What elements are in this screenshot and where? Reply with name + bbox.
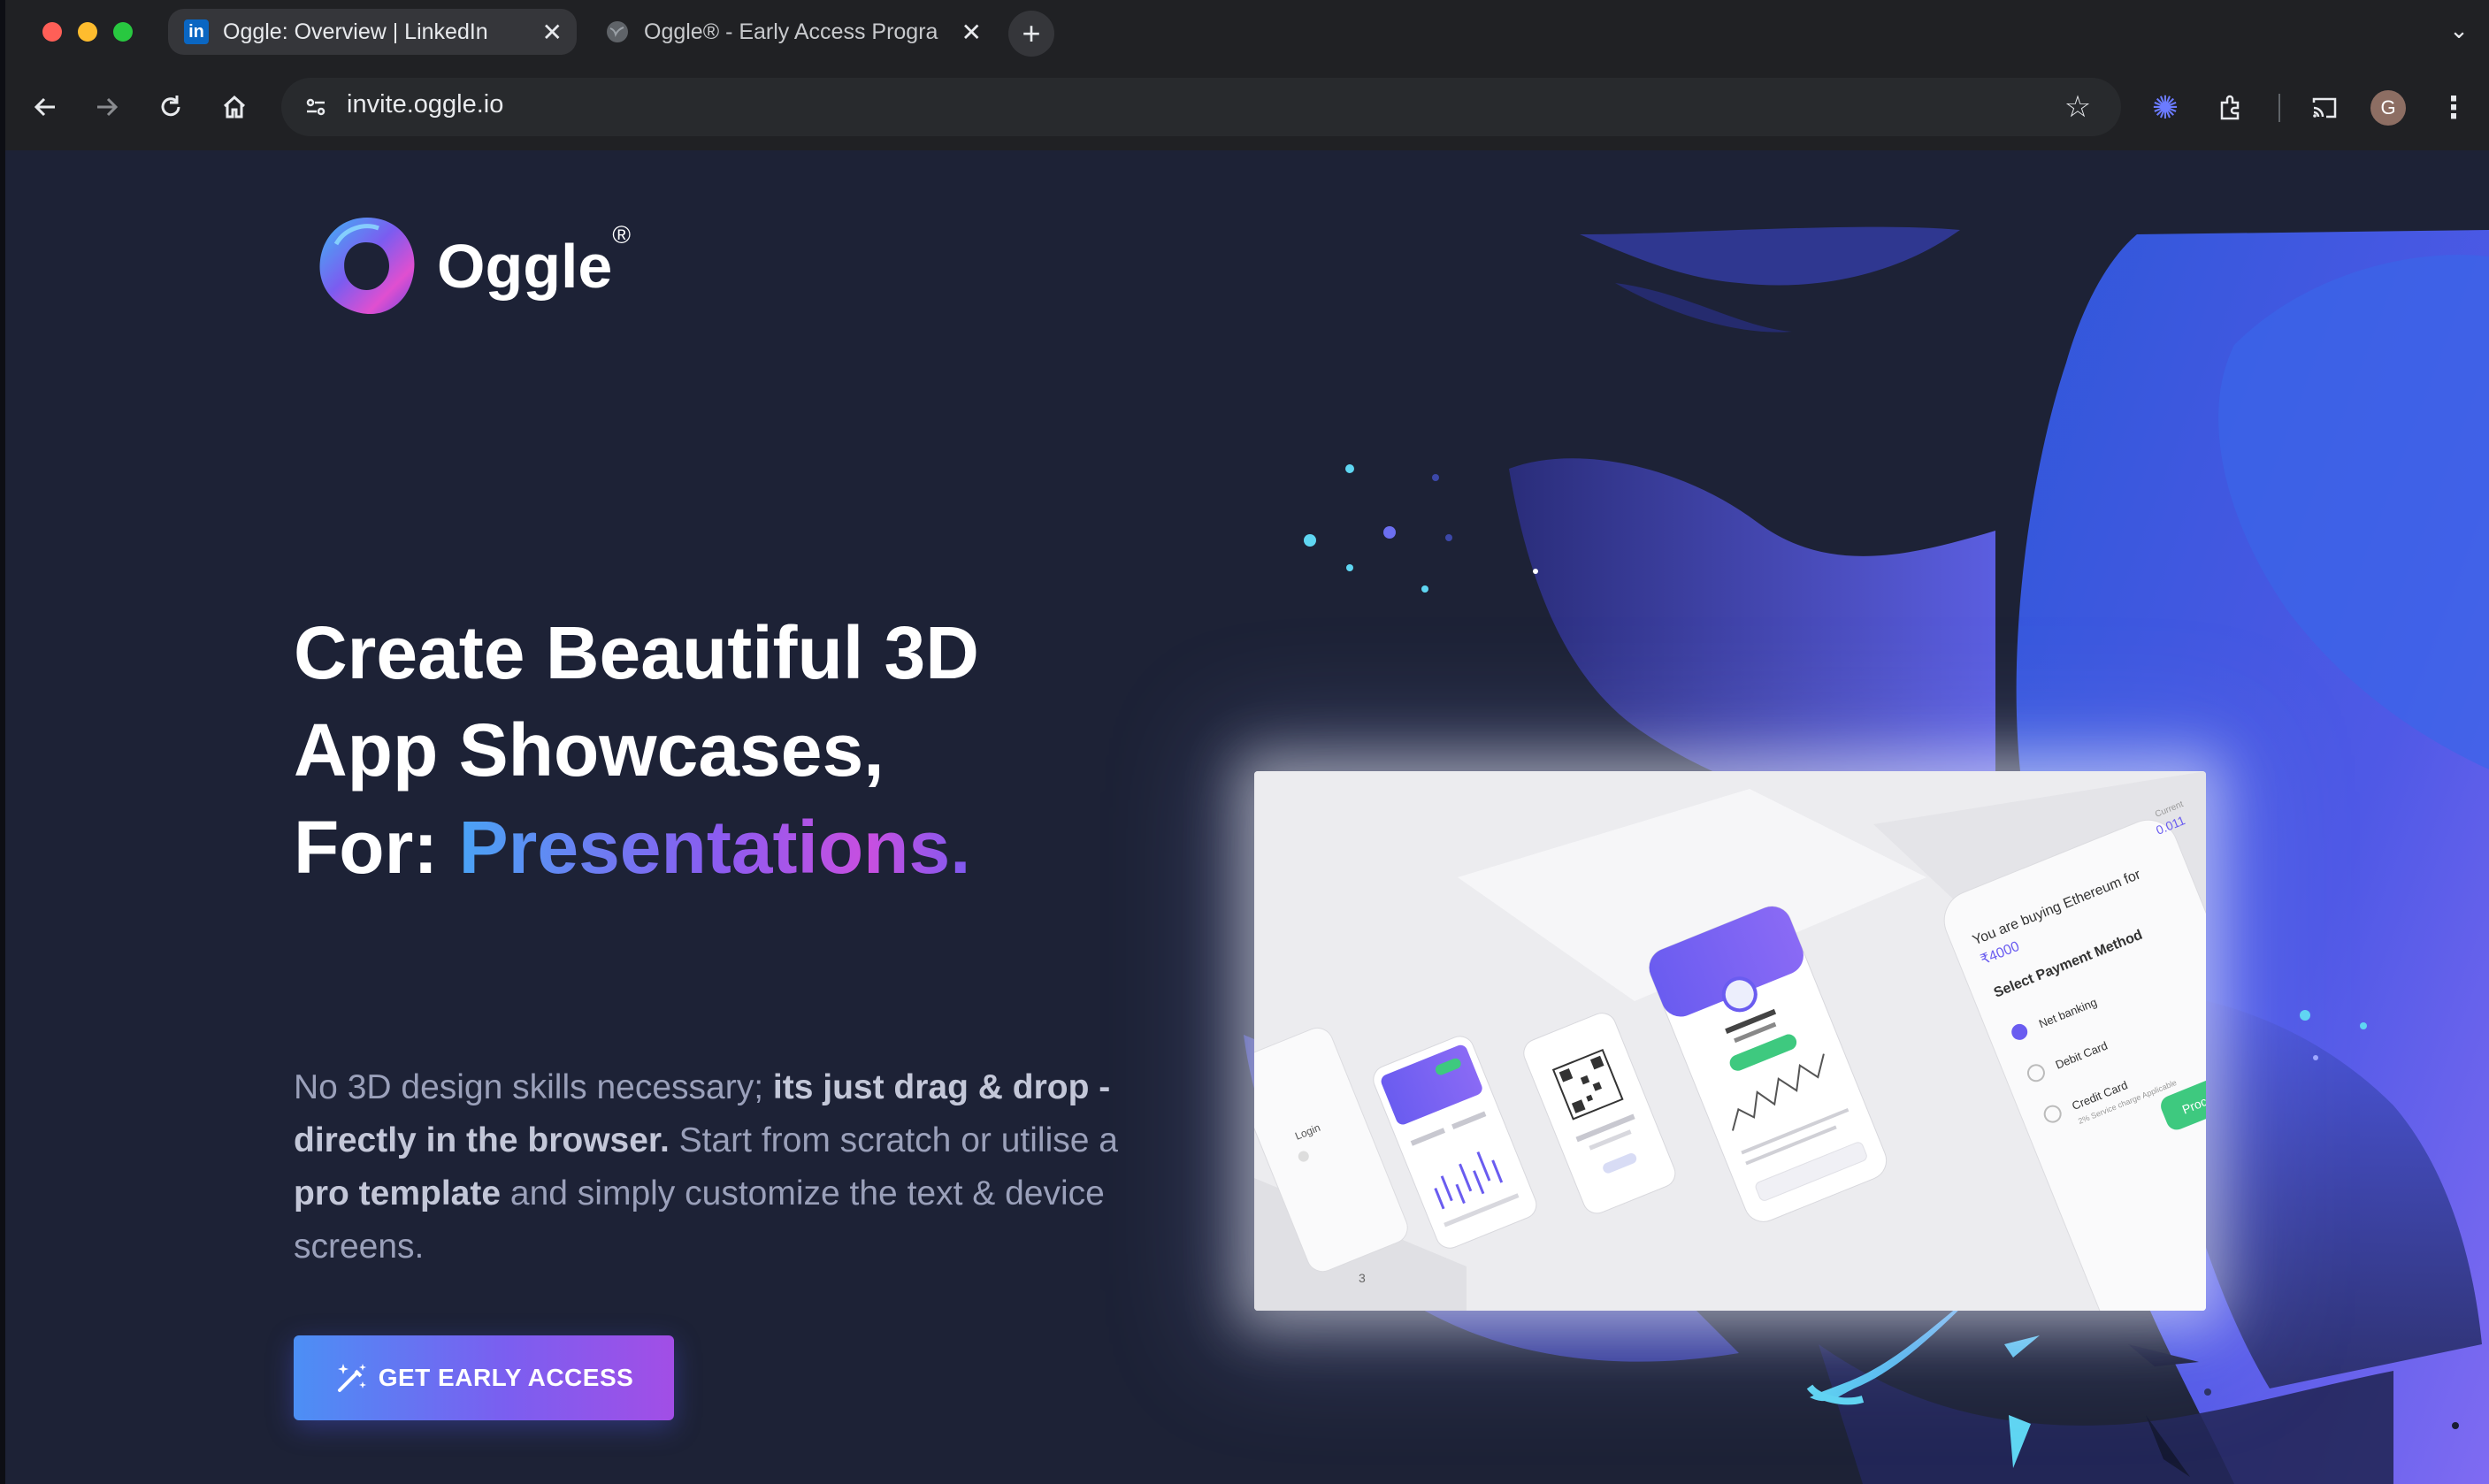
brand-name: Oggle	[437, 232, 613, 301]
tab-title: Oggle® - Early Access Progra	[644, 19, 938, 44]
profile-avatar[interactable]: G	[2370, 90, 2406, 126]
hero-title-line-3: For: Presentations.	[294, 805, 971, 891]
back-button[interactable]	[25, 87, 65, 127]
desc-bold-text: pro template	[294, 1174, 502, 1212]
browser-chrome: in Oggle: Overview | LinkedIn ✕ Oggle® -…	[0, 0, 2489, 150]
home-button[interactable]	[214, 87, 255, 127]
cast-icon[interactable]	[2305, 88, 2344, 127]
hero-title-prefix: For:	[294, 806, 439, 889]
hero-rotating-word: Presentations.	[458, 806, 971, 889]
linkedin-icon: in	[184, 19, 209, 44]
tab-oggle-early-access[interactable]: Oggle® - Early Access Progra ✕	[589, 9, 996, 55]
registered-mark: ®	[612, 221, 631, 249]
get-early-access-button[interactable]: GET EARLY ACCESS	[294, 1335, 674, 1420]
tab-title: Oggle: Overview | LinkedIn	[223, 19, 488, 44]
address-bar[interactable]: invite.oggle.io ☆	[281, 78, 2121, 136]
oggle-logo[interactable]: Oggle ®	[310, 209, 631, 324]
globe-icon	[605, 19, 630, 44]
app-showcase-preview[interactable]: You are buying Ethereum for ₹4000 Select…	[1254, 771, 2206, 1311]
extension-perplexity-icon[interactable]: ✺	[2146, 88, 2185, 127]
reload-button[interactable]	[150, 87, 191, 127]
hero-title-line-1: Create Beautiful 3D	[294, 611, 979, 694]
tab-linkedin[interactable]: in Oggle: Overview | LinkedIn ✕	[168, 9, 577, 55]
cta-label: GET EARLY ACCESS	[378, 1364, 634, 1391]
forward-button[interactable]	[87, 87, 127, 127]
close-tab-icon[interactable]: ✕	[961, 18, 982, 47]
desc-text: No 3D design skills necessary;	[294, 1068, 773, 1106]
new-tab-button[interactable]: +	[1008, 11, 1054, 57]
hero-title-line-2: App Showcases,	[294, 708, 885, 792]
extensions-puzzle-icon[interactable]	[2211, 88, 2250, 127]
maximize-window-button[interactable]	[113, 22, 133, 42]
hero-description: No 3D design skills necessary; its just …	[294, 1061, 1143, 1274]
showcase-scene: You are buying Ethereum for ₹4000 Select…	[1254, 771, 2206, 1311]
mockup-page-number: 3	[1359, 1271, 1366, 1285]
landing-page: Oggle ® Create Beautiful 3D App Showcase…	[5, 150, 2489, 1484]
toolbar-divider	[2278, 94, 2280, 122]
close-window-button[interactable]	[42, 22, 62, 42]
close-tab-icon[interactable]: ✕	[542, 18, 563, 47]
oggle-logo-icon	[319, 218, 415, 315]
site-info-icon[interactable]	[297, 88, 334, 126]
magic-wand-icon	[337, 1364, 366, 1392]
url-text[interactable]: invite.oggle.io	[347, 90, 503, 119]
bookmark-star-icon[interactable]: ☆	[2059, 88, 2096, 126]
desc-text: Start from scratch or utilise a	[669, 1121, 1118, 1159]
more-menu-icon[interactable]: ⋮	[2436, 88, 2471, 127]
minimize-window-button[interactable]	[78, 22, 97, 42]
tab-search-chevron-icon[interactable]: ⌄	[2441, 12, 2477, 48]
